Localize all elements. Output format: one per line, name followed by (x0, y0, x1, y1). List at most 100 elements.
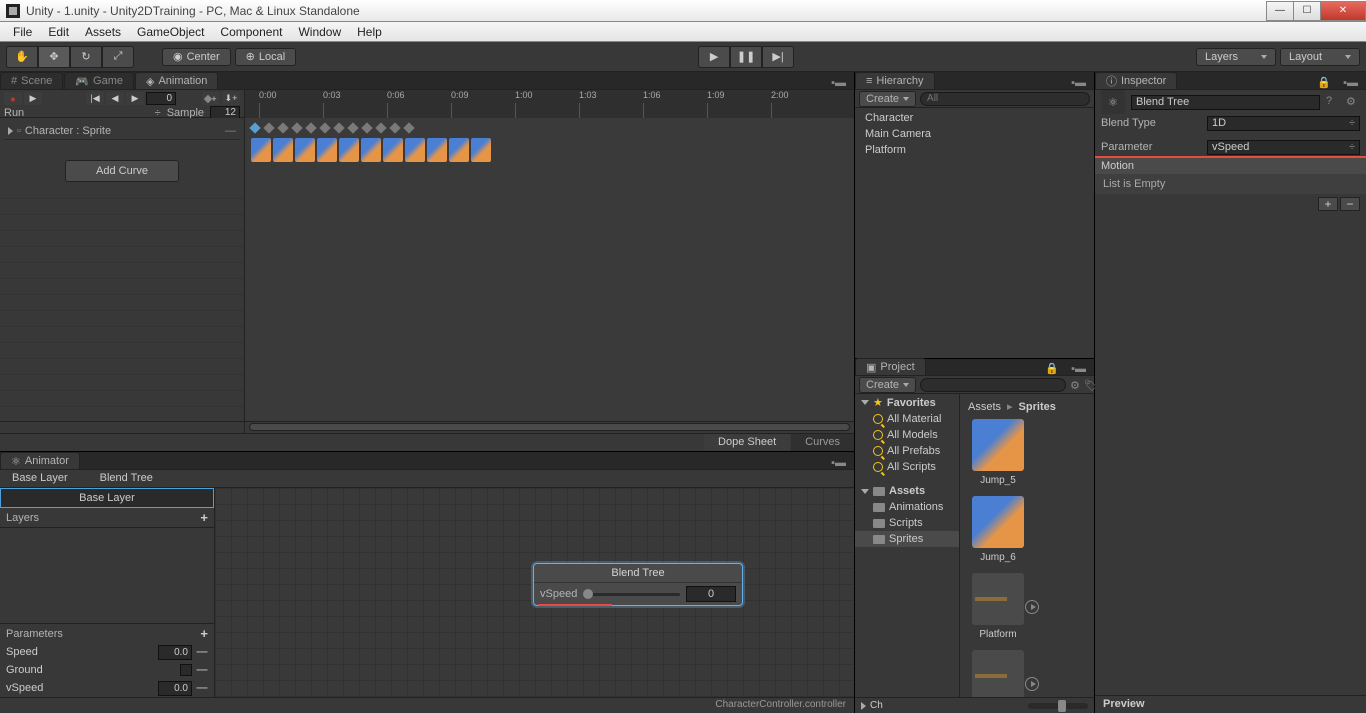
tab-animator[interactable]: ⚛Animator (0, 452, 80, 469)
param-checkbox[interactable] (180, 664, 192, 676)
lock-icon[interactable]: 🔒 (1313, 76, 1335, 89)
assets-header[interactable]: Assets (855, 483, 959, 499)
layers-dropdown[interactable]: Layers (1196, 48, 1276, 66)
horizontal-scrollbar[interactable] (249, 423, 850, 431)
first-frame-button[interactable]: |◀ (86, 92, 104, 105)
menu-gameobject[interactable]: GameObject (129, 23, 212, 41)
folder-item[interactable]: Scripts (855, 515, 959, 531)
add-keyframe-button[interactable]: + (202, 92, 220, 105)
blend-tree-node[interactable]: Blend Tree vSpeed 0 (533, 563, 743, 606)
remove-param-icon[interactable]: — (196, 682, 208, 694)
panel-menu-icon[interactable]: ▪▬ (1063, 77, 1094, 89)
panel-menu-icon[interactable]: ▪▬ (823, 77, 854, 89)
param-row-speed[interactable]: Speed 0.0 — (0, 643, 214, 661)
hierarchy-item[interactable]: Platform (857, 142, 1092, 158)
fav-item[interactable]: All Models (855, 427, 959, 443)
param-row-vspeed[interactable]: vSpeed 0.0 — (0, 679, 214, 697)
maximize-button[interactable]: ☐ (1293, 1, 1321, 21)
hierarchy-item[interactable]: Main Camera (857, 126, 1092, 142)
panel-menu-icon[interactable]: ▪▬ (1063, 363, 1094, 375)
scale-tool-button[interactable]: ⤢ (102, 46, 134, 68)
favorites-header[interactable]: ★Favorites (855, 394, 959, 411)
menu-help[interactable]: Help (349, 23, 390, 41)
add-layer-button[interactable]: + (200, 510, 208, 525)
step-button[interactable]: ▶| (762, 46, 794, 68)
minimize-button[interactable]: — (1266, 1, 1294, 21)
add-motion-button[interactable]: + (1318, 197, 1338, 211)
hierarchy-create-dropdown[interactable]: Create (859, 91, 916, 107)
menu-assets[interactable]: Assets (77, 23, 129, 41)
object-name[interactable]: Blend Tree (1136, 96, 1189, 108)
rotate-tool-button[interactable]: ↻ (70, 46, 102, 68)
dopesheet-tab[interactable]: Dope Sheet (704, 434, 790, 451)
remove-motion-button[interactable]: − (1340, 197, 1360, 211)
add-event-button[interactable]: ⬇+ (222, 92, 240, 105)
play-button[interactable]: ▶ (698, 46, 730, 68)
node-slider[interactable] (583, 593, 680, 596)
tab-game[interactable]: 🎮Game (64, 72, 134, 89)
base-layer-button[interactable]: Base Layer (0, 488, 214, 508)
tab-inspector[interactable]: ⓘInspector (1095, 72, 1177, 89)
anim-play-button[interactable]: ▶ (24, 92, 42, 105)
layout-dropdown[interactable]: Layout (1280, 48, 1360, 66)
hierarchy-item[interactable]: Character (857, 110, 1092, 126)
node-value[interactable]: 0 (686, 586, 736, 602)
fav-item[interactable]: All Prefabs (855, 443, 959, 459)
param-row-ground[interactable]: Ground — (0, 661, 214, 679)
timeline-ruler[interactable]: 0:00 0:03 0:06 0:09 1:00 1:03 1:06 1:09 … (245, 90, 854, 118)
help-icon[interactable]: ? (1326, 95, 1340, 109)
project-create-dropdown[interactable]: Create (859, 377, 916, 393)
record-button[interactable]: ● (4, 92, 22, 105)
fav-item[interactable]: All Scripts (855, 459, 959, 475)
parameter-dropdown[interactable]: vSpeed÷ (1207, 140, 1360, 155)
filter-icon[interactable]: ⚙ (1070, 379, 1080, 391)
animator-graph[interactable]: Blend Tree vSpeed 0 (215, 488, 854, 697)
gear-icon[interactable]: ⚙ (1346, 95, 1360, 109)
breadcrumb-base[interactable]: Base Layer (0, 470, 80, 487)
menu-file[interactable]: File (5, 23, 40, 41)
panel-menu-icon[interactable]: ▪▬ (823, 457, 854, 469)
menu-window[interactable]: Window (290, 23, 349, 41)
prev-frame-button[interactable]: ◀ (106, 92, 124, 105)
asset-item[interactable]: Jump_5 (968, 419, 1028, 486)
clip-dropdown[interactable]: Run (4, 107, 24, 119)
parameters-label: Parameters (6, 628, 63, 640)
pivot-toggle[interactable]: ◉Center (162, 48, 231, 66)
curves-tab[interactable]: Curves (791, 434, 854, 451)
thumbnail-size-slider[interactable] (1028, 703, 1088, 709)
blend-type-dropdown[interactable]: 1D÷ (1207, 116, 1360, 131)
hierarchy-search[interactable] (920, 92, 1090, 106)
preview-header[interactable]: Preview (1095, 695, 1366, 713)
tab-project[interactable]: ▣Project (855, 358, 926, 375)
asset-item[interactable]: Run (968, 650, 1028, 697)
fav-item[interactable]: All Material (855, 411, 959, 427)
menu-edit[interactable]: Edit (40, 23, 77, 41)
remove-param-icon[interactable]: — (196, 664, 208, 676)
close-button[interactable]: ✕ (1320, 1, 1366, 21)
add-curve-button[interactable]: Add Curve (65, 160, 179, 182)
track-row[interactable]: ▫ Character : Sprite — (4, 122, 240, 140)
tab-hierarchy[interactable]: ≡Hierarchy (855, 72, 935, 89)
asset-item[interactable]: Jump_6 (968, 496, 1028, 563)
move-tool-button[interactable]: ✥ (38, 46, 70, 68)
project-search[interactable] (920, 378, 1066, 392)
pause-button[interactable]: ❚❚ (730, 46, 762, 68)
expand-icon[interactable] (861, 702, 866, 710)
project-breadcrumb: Assets ▸ Sprites (964, 398, 1090, 415)
tab-scene[interactable]: #Scene (0, 72, 63, 89)
asset-item[interactable]: Platform (968, 573, 1028, 640)
lock-icon[interactable]: 🔒 (1041, 362, 1063, 375)
menu-component[interactable]: Component (212, 23, 290, 41)
add-parameter-button[interactable]: + (200, 626, 208, 641)
hand-tool-button[interactable]: ✋ (6, 46, 38, 68)
dopesheet-area[interactable] (245, 118, 854, 421)
panel-menu-icon[interactable]: ▪▬ (1335, 77, 1366, 89)
frame-input[interactable] (146, 92, 176, 105)
folder-item[interactable]: Animations (855, 499, 959, 515)
next-frame-button[interactable]: ▶ (126, 92, 144, 105)
folder-item[interactable]: Sprites (855, 531, 959, 547)
breadcrumb-blend[interactable]: Blend Tree (88, 470, 165, 487)
space-toggle[interactable]: ⊕Local (235, 48, 297, 66)
tab-animation[interactable]: ◈Animation (135, 72, 218, 89)
remove-param-icon[interactable]: — (196, 646, 208, 658)
